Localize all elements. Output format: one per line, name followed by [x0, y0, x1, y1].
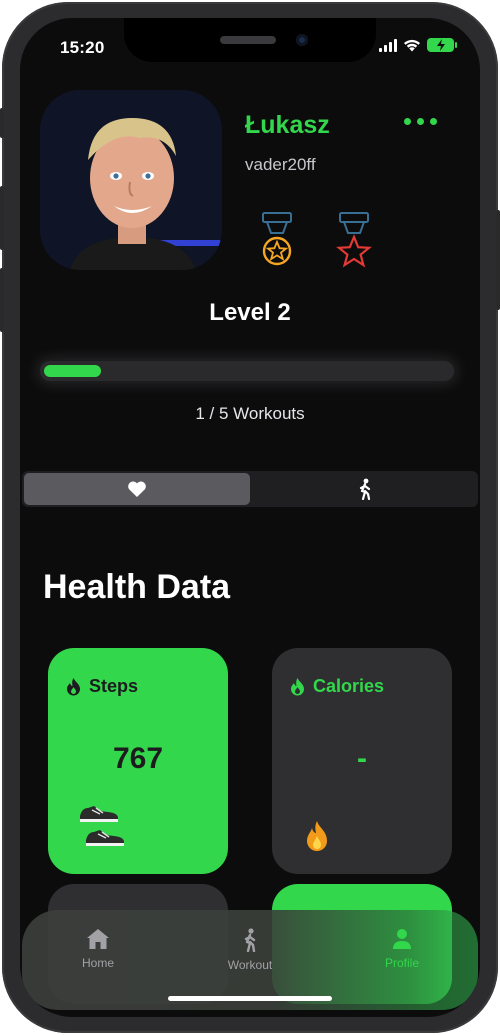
steps-card-title: Steps	[89, 676, 139, 696]
dot-icon	[430, 118, 437, 125]
dot-icon	[404, 118, 411, 125]
power-button	[496, 210, 500, 310]
sneaker-icon	[80, 806, 118, 822]
tab-bar: Home Workout Profile	[22, 910, 478, 1010]
level-progress-bar	[40, 361, 454, 381]
tab-workout-label: Workout	[227, 958, 273, 972]
app-screen: 15:20 Łukasz vader20ff Level 2 1 / 5 Wor…	[20, 18, 480, 1017]
red-star-medal-icon[interactable]	[334, 211, 374, 269]
tab-profile[interactable]: Profile	[326, 928, 478, 1010]
user-handle: vader20ff	[245, 155, 316, 174]
tab-home[interactable]: Home	[22, 928, 174, 1010]
tab-home-label: Home	[81, 956, 114, 970]
walking-person-icon	[359, 478, 371, 500]
dot-icon	[417, 118, 424, 125]
front-camera	[296, 34, 308, 46]
speaker	[220, 36, 276, 44]
level-progress-fill	[44, 365, 101, 377]
heart-icon	[128, 481, 146, 497]
volume-up-button	[0, 186, 4, 250]
steps-card[interactable]: Steps 767	[48, 648, 228, 874]
cellular-signal-icon	[379, 38, 397, 52]
avatar-photo	[40, 90, 222, 270]
flame-icon	[291, 678, 304, 696]
calories-value: -	[357, 742, 367, 775]
wifi-icon	[404, 39, 420, 51]
calories-card[interactable]: Calories -	[272, 648, 452, 874]
home-indicator	[168, 996, 332, 1001]
gold-star-medal-icon[interactable]	[257, 211, 297, 269]
segment-health[interactable]	[24, 473, 250, 505]
fire-emoji-icon	[307, 821, 327, 851]
segmented-control	[22, 471, 478, 507]
mute-switch	[0, 108, 4, 138]
walking-person-icon	[244, 928, 256, 952]
person-icon	[393, 929, 411, 949]
house-icon	[87, 929, 109, 949]
more-options-button[interactable]	[404, 118, 437, 125]
level-title: Level 2	[209, 299, 291, 326]
sneaker-icon	[86, 830, 124, 846]
calories-card-title: Calories	[313, 676, 385, 696]
status-time: 15:20	[60, 38, 105, 57]
battery-charging-icon	[427, 38, 457, 52]
flame-icon	[67, 678, 80, 696]
calories-card-header: Calories	[290, 676, 384, 697]
notch	[124, 18, 376, 62]
user-name: Łukasz	[245, 111, 330, 139]
tab-profile-label: Profile	[384, 956, 419, 970]
status-icons	[379, 38, 457, 52]
section-title: Health Data	[43, 568, 231, 606]
steps-value: 767	[112, 742, 164, 775]
workouts-progress-text: 1 / 5 Workouts	[195, 404, 305, 423]
volume-down-button	[0, 268, 4, 332]
avatar[interactable]	[40, 90, 222, 270]
segment-activity[interactable]	[252, 471, 478, 507]
steps-card-header: Steps	[66, 676, 138, 697]
